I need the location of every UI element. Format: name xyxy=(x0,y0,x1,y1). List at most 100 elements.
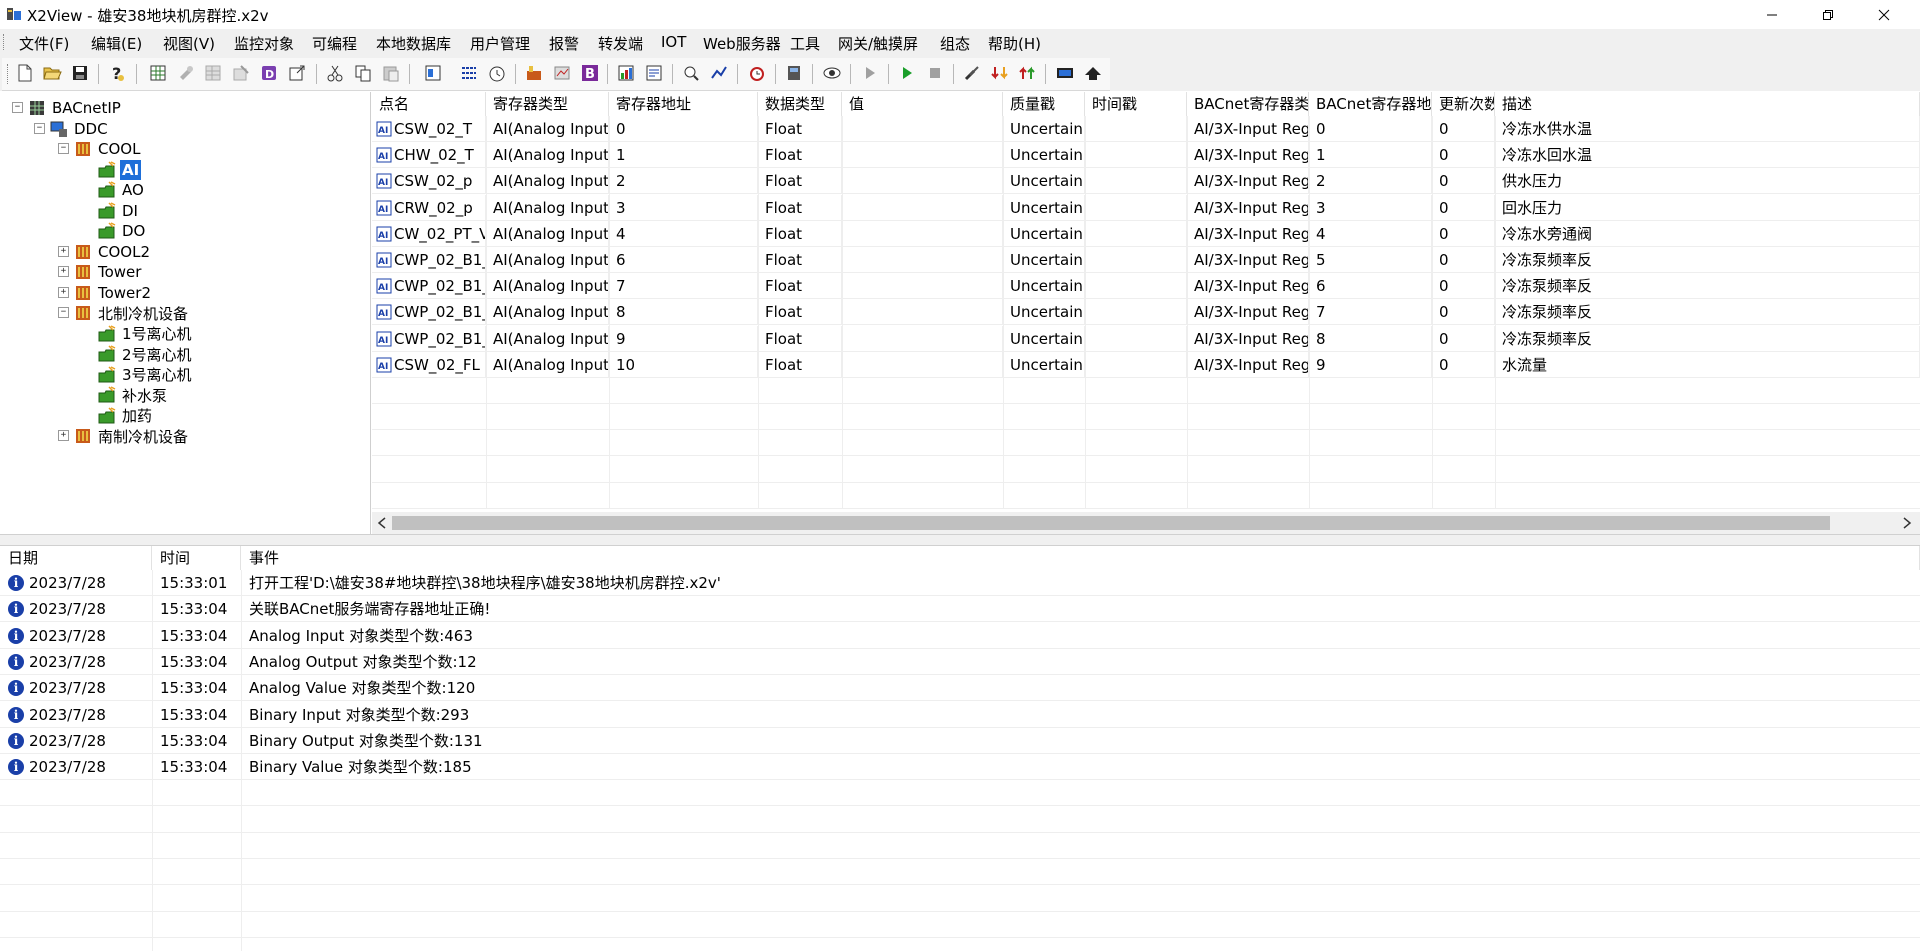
log-column-header[interactable]: 日期 xyxy=(0,546,152,570)
menu-configuration[interactable]: 组态 xyxy=(940,33,970,54)
log-entry[interactable]: i 2023/7/28 15:33:04 Analog Input 对象类型个数:46… xyxy=(0,623,1920,649)
expand-icon[interactable]: + xyxy=(58,245,69,257)
cut-icon[interactable] xyxy=(325,63,345,83)
log-entry[interactable]: i 2023/7/28 15:33:04 Binary Output 对象类型个数:1… xyxy=(0,728,1920,754)
play-icon[interactable] xyxy=(897,63,917,83)
tree-node[interactable]: AI xyxy=(97,159,142,181)
screen-icon[interactable] xyxy=(1055,63,1075,83)
menu-help[interactable]: 帮助(H) xyxy=(988,33,1041,54)
alarm-icon[interactable] xyxy=(747,63,767,83)
table-row[interactable]: AI CSW_02_FL AI(Analog Input) 10 Float Uncert… xyxy=(372,351,1920,378)
export-icon[interactable] xyxy=(287,63,307,83)
table-row[interactable]: AI CSW_02_T AI(Analog Input) 0 Float Uncertai… xyxy=(372,116,1920,142)
load-icon[interactable] xyxy=(990,63,1010,83)
paste-icon[interactable] xyxy=(381,63,401,83)
tree-node[interactable]: 2号离心机 xyxy=(97,343,194,365)
chart-line-icon[interactable] xyxy=(709,63,729,83)
tree-node[interactable]: 3号离心机 xyxy=(97,364,194,386)
new-icon[interactable] xyxy=(15,63,35,83)
io-icon[interactable] xyxy=(524,63,544,83)
scrollbar-thumb[interactable] xyxy=(392,516,1830,530)
device-icon[interactable] xyxy=(784,63,804,83)
menu-tools[interactable]: 工具 xyxy=(790,33,820,54)
menu-edit[interactable]: 编辑(E) xyxy=(91,33,142,54)
expand-icon[interactable]: + xyxy=(58,286,69,298)
tree-node[interactable]: 补水泵 xyxy=(97,384,169,406)
menu-file[interactable]: 文件(F) xyxy=(19,33,69,54)
db-icon[interactable]: D xyxy=(259,63,279,83)
log-entry[interactable]: i 2023/7/28 15:33:04 Analog Output 对象类型个数:1… xyxy=(0,649,1920,675)
collapse-icon[interactable]: − xyxy=(58,307,69,318)
log-column-header[interactable]: 时间 xyxy=(152,546,241,570)
horizontal-scrollbar[interactable] xyxy=(372,512,1920,534)
table-row[interactable]: AI CRW_02_p AI(Analog Input) 3 Float Uncertai… xyxy=(372,194,1920,221)
table-row[interactable]: AI CW_02_PT_VF AI(Analog Input) 4 Float Uncer… xyxy=(372,220,1920,247)
table-row[interactable]: AI CHW_02_T AI(Analog Input) 1 Float Uncertai… xyxy=(372,142,1920,169)
minimize-button[interactable] xyxy=(1744,0,1800,29)
tool-icon[interactable] xyxy=(176,63,196,83)
menu-forwarding[interactable]: 转发端 xyxy=(598,33,643,54)
menu-web-server[interactable]: Web服务器 xyxy=(703,33,781,54)
log-entry[interactable]: i 2023/7/28 15:33:04 Analog Value 对象类型个数:12… xyxy=(0,675,1920,702)
tree-node[interactable]: Tower xyxy=(73,261,143,283)
log-entry[interactable]: i 2023/7/28 15:33:04 Binary Input 对象类型个数:29… xyxy=(0,702,1920,728)
save-icon[interactable] xyxy=(70,63,90,83)
scroll-right-icon[interactable] xyxy=(1902,517,1912,529)
table-row[interactable]: AI CWP_02_B1_03_FF AI(Analog Input) 8 Float U… xyxy=(372,299,1920,326)
menu-gateway-touchscreen[interactable]: 网关/触摸屏 xyxy=(838,33,918,54)
tree-node[interactable]: DI xyxy=(97,200,140,222)
log-column-header[interactable]: 事件 xyxy=(241,546,1920,570)
table-icon[interactable] xyxy=(203,63,223,83)
tree-node[interactable]: Tower2 xyxy=(73,282,153,304)
tree-node[interactable]: BACnetIP xyxy=(27,97,123,119)
scroll-left-icon[interactable] xyxy=(377,517,387,529)
table-row[interactable]: AI CSW_02_p AI(Analog Input) 2 Float Uncertai… xyxy=(372,168,1920,195)
table-row[interactable]: AI CWP_02_B1_02_FF AI(Analog Input) 7 Float U… xyxy=(372,273,1920,300)
cloud-icon[interactable] xyxy=(1083,63,1103,83)
expand-icon[interactable]: + xyxy=(58,266,69,277)
tree-node[interactable]: 南制冷机设备 xyxy=(73,425,190,447)
column-header[interactable]: 寄存器地址 xyxy=(609,92,758,116)
bold-b-icon[interactable]: B xyxy=(580,63,600,83)
column-header[interactable]: BACnet寄存器地址 xyxy=(1309,92,1432,116)
open-icon[interactable] xyxy=(42,63,62,83)
list-icon[interactable] xyxy=(459,63,479,83)
table-row[interactable]: AI CWP_02_B1_04_FF AI(Analog Input) 9 Float U… xyxy=(372,325,1920,352)
panel-splitter[interactable] xyxy=(0,534,1920,546)
log-entry[interactable]: i 2023/7/28 15:33:01 打开工程'D:\雄安38#地块群控\38地块… xyxy=(0,570,1920,596)
search-icon[interactable] xyxy=(681,63,701,83)
chart-icon[interactable] xyxy=(616,63,636,83)
menu-user-management[interactable]: 用户管理 xyxy=(470,33,530,54)
tree-node[interactable]: COOL xyxy=(73,138,142,160)
column-header[interactable]: 数据类型 xyxy=(758,92,842,116)
tree-node[interactable]: 北制冷机设备 xyxy=(73,302,190,324)
tree-node[interactable]: COOL2 xyxy=(73,241,152,263)
column-header[interactable]: BACnet寄存器类型 xyxy=(1187,92,1309,116)
play-gray-icon[interactable] xyxy=(860,63,880,83)
collapse-icon[interactable]: − xyxy=(12,102,23,113)
collapse-icon[interactable]: − xyxy=(58,143,69,154)
tree-node[interactable]: 加药 xyxy=(97,405,154,427)
tree-node[interactable]: AO xyxy=(97,179,146,201)
expand-icon[interactable]: + xyxy=(58,430,69,441)
eye-icon[interactable] xyxy=(822,63,842,83)
menu-alarm[interactable]: 报警 xyxy=(549,33,579,54)
stop-icon[interactable] xyxy=(925,63,945,83)
log-entry[interactable]: i 2023/7/28 15:33:04 关联BACnet服务端寄存器地址正确! xyxy=(0,596,1920,623)
grid-icon[interactable] xyxy=(148,63,168,83)
edit-icon[interactable] xyxy=(231,63,251,83)
report-icon[interactable] xyxy=(644,63,664,83)
menu-iot[interactable]: IOT xyxy=(661,33,686,51)
menu-local-database[interactable]: 本地数据库 xyxy=(376,33,451,54)
tree-node[interactable]: 1号离心机 xyxy=(97,323,194,345)
copy-icon[interactable] xyxy=(353,63,373,83)
restore-button[interactable] xyxy=(1800,0,1856,29)
trend-icon[interactable] xyxy=(552,63,572,83)
column-header[interactable]: 更新次数 xyxy=(1432,92,1495,116)
monitor-icon[interactable] xyxy=(423,63,443,83)
menu-monitor-objects[interactable]: 监控对象 xyxy=(234,33,294,54)
tree-node[interactable]: DDC xyxy=(49,118,110,140)
close-button[interactable] xyxy=(1856,0,1912,29)
menu-view[interactable]: 视图(V) xyxy=(163,33,215,54)
column-header[interactable]: 点名 xyxy=(372,92,486,116)
